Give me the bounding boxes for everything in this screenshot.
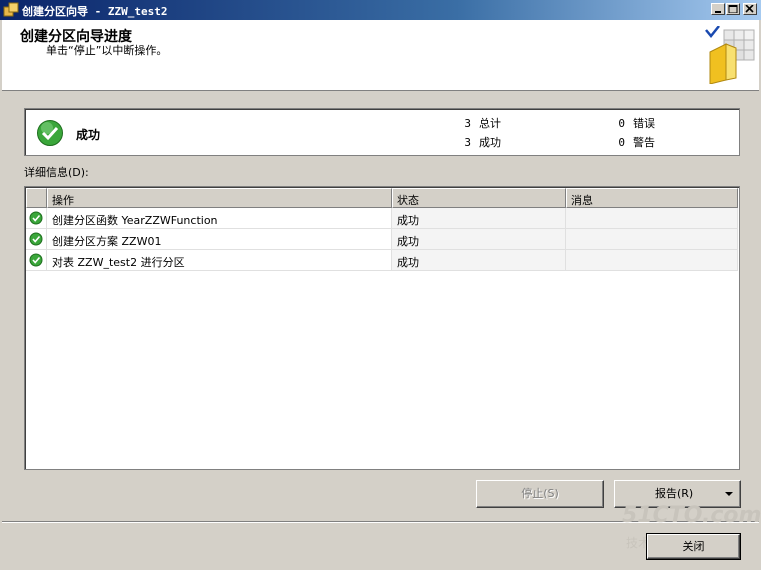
success-check-icon <box>36 119 64 150</box>
column-header-action[interactable]: 操作 <box>47 188 392 208</box>
stat-warning: 0 警告 <box>618 136 655 149</box>
status-summary: 成功 3 总计 3 成功 0 错误 0 警告 <box>24 108 740 156</box>
row-success-icon <box>26 250 47 271</box>
row-message <box>566 229 738 250</box>
wizard-header: 创建分区向导进度 单击“停止”以中断操作。 <box>2 20 759 91</box>
row-action: 创建分区方案 ZZW01 <box>47 229 392 250</box>
row-message <box>566 208 738 229</box>
table-row[interactable]: 创建分区函数 YearZZWFunction 成功 <box>26 208 738 229</box>
stat-success: 3 成功 <box>464 136 501 149</box>
window-title: 创建分区向导 - ZZW_test2 <box>22 5 168 18</box>
row-success-icon <box>26 208 47 229</box>
details-label: 详细信息(D): <box>24 166 89 179</box>
close-icon[interactable] <box>743 3 757 15</box>
table-row[interactable]: 创建分区方案 ZZW01 成功 <box>26 229 738 250</box>
column-header-status[interactable]: 状态 <box>392 188 566 208</box>
table-row[interactable]: 对表 ZZW_test2 进行分区 成功 <box>26 250 738 271</box>
app-icon <box>3 2 19 18</box>
watermark-text: 51CTO.com <box>622 503 761 528</box>
row-success-icon <box>26 229 47 250</box>
maximize-button[interactable] <box>726 3 740 15</box>
title-bar: 创建分区向导 - ZZW_test2 <box>0 0 761 20</box>
report-button-label: 报告(R) <box>655 487 694 500</box>
stop-button[interactable]: 停止(S) <box>476 480 604 508</box>
overall-status: 成功 <box>76 128 101 142</box>
row-status: 成功 <box>392 208 566 229</box>
stat-error: 0 错误 <box>618 117 655 130</box>
row-status: 成功 <box>392 250 566 271</box>
column-header-message[interactable]: 消息 <box>566 188 738 208</box>
page-subtitle: 单击“停止”以中断操作。 <box>46 44 168 57</box>
details-table[interactable]: 操作 状态 消息 创建分区函数 YearZZWFunction 成功 创建分区方… <box>24 186 740 470</box>
close-button[interactable]: 关闭 <box>646 533 741 560</box>
stat-total: 3 总计 <box>464 117 501 130</box>
table-header: 操作 状态 消息 <box>26 188 738 208</box>
row-message <box>566 250 738 271</box>
partition-cube-icon <box>700 25 758 87</box>
row-action: 对表 ZZW_test2 进行分区 <box>47 250 392 271</box>
row-action: 创建分区函数 YearZZWFunction <box>47 208 392 229</box>
minimize-button[interactable] <box>711 3 725 15</box>
icon-column-header[interactable] <box>26 188 47 208</box>
row-status: 成功 <box>392 229 566 250</box>
